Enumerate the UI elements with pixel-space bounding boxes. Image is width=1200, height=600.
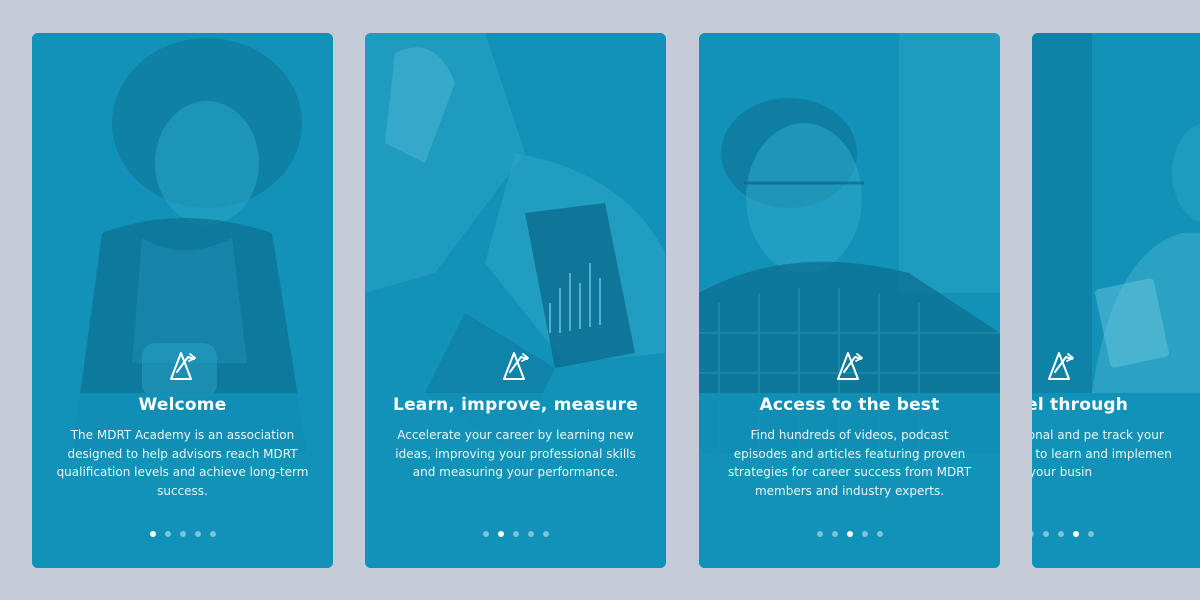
pagination-dot[interactable] (1087, 531, 1094, 537)
card-photo-man-using-laptop (365, 33, 666, 568)
pagination-dot[interactable] (831, 531, 838, 537)
pagination-dot[interactable] (1032, 531, 1034, 537)
pagination-dot[interactable] (194, 531, 201, 537)
pagination-dot[interactable] (1042, 531, 1049, 537)
pagination-dot[interactable] (816, 531, 823, 537)
onboarding-card-learn[interactable]: Learn, improve, measure Accelerate your … (365, 33, 666, 568)
pagination-dot[interactable] (1072, 531, 1079, 537)
pagination-dot[interactable] (149, 531, 156, 537)
card-content: Access to the best Find hundreds of vide… (699, 348, 1000, 500)
card-content: Excel through Set professional and pe tr… (1032, 348, 1200, 482)
pagination-dot[interactable] (861, 531, 868, 537)
pagination-dot[interactable] (876, 531, 883, 537)
card-description: The MDRT Academy is an association desig… (56, 428, 309, 498)
card-title: Excel through (1032, 395, 1129, 415)
onboarding-card-welcome[interactable]: Welcome The MDRT Academy is an associati… (32, 33, 333, 568)
onboarding-carousel: Welcome The MDRT Academy is an associati… (0, 0, 1200, 600)
pagination-dot[interactable] (512, 531, 519, 537)
mdrt-academy-logo-icon (836, 352, 863, 380)
pagination-dots (32, 531, 333, 537)
pagination-dots (1032, 531, 1200, 537)
card-title: Learn, improve, measure (393, 395, 638, 415)
card-description: Accelerate your career by learning new i… (395, 428, 636, 479)
card-content: Learn, improve, measure Accelerate your … (365, 348, 666, 482)
pagination-dot[interactable] (179, 531, 186, 537)
card-description: Find hundreds of videos, podcast episode… (727, 428, 972, 498)
mdrt-academy-logo-icon (1047, 352, 1074, 380)
onboarding-card-excel[interactable]: Excel through Set professional and pe tr… (1032, 33, 1200, 568)
pagination-dot[interactable] (209, 531, 216, 537)
pagination-dot[interactable] (164, 531, 171, 537)
card-title: Welcome (138, 395, 227, 415)
pagination-dots (365, 531, 666, 537)
card-photo-woman-in-white-coat (1032, 33, 1200, 568)
pagination-dot[interactable] (542, 531, 549, 537)
card-description: Set professional and pe track your progr… (1032, 428, 1172, 479)
pagination-dot[interactable] (497, 531, 504, 537)
card-title: Access to the best (759, 395, 940, 415)
pagination-dot[interactable] (527, 531, 534, 537)
card-content: Welcome The MDRT Academy is an associati… (32, 348, 333, 500)
mdrt-academy-logo-icon (502, 352, 529, 380)
mdrt-academy-logo-icon (169, 352, 196, 380)
pagination-dot[interactable] (846, 531, 853, 537)
onboarding-card-access[interactable]: Access to the best Find hundreds of vide… (699, 33, 1000, 568)
pagination-dots (699, 531, 1000, 537)
pagination-dot[interactable] (1057, 531, 1064, 537)
pagination-dot[interactable] (482, 531, 489, 537)
